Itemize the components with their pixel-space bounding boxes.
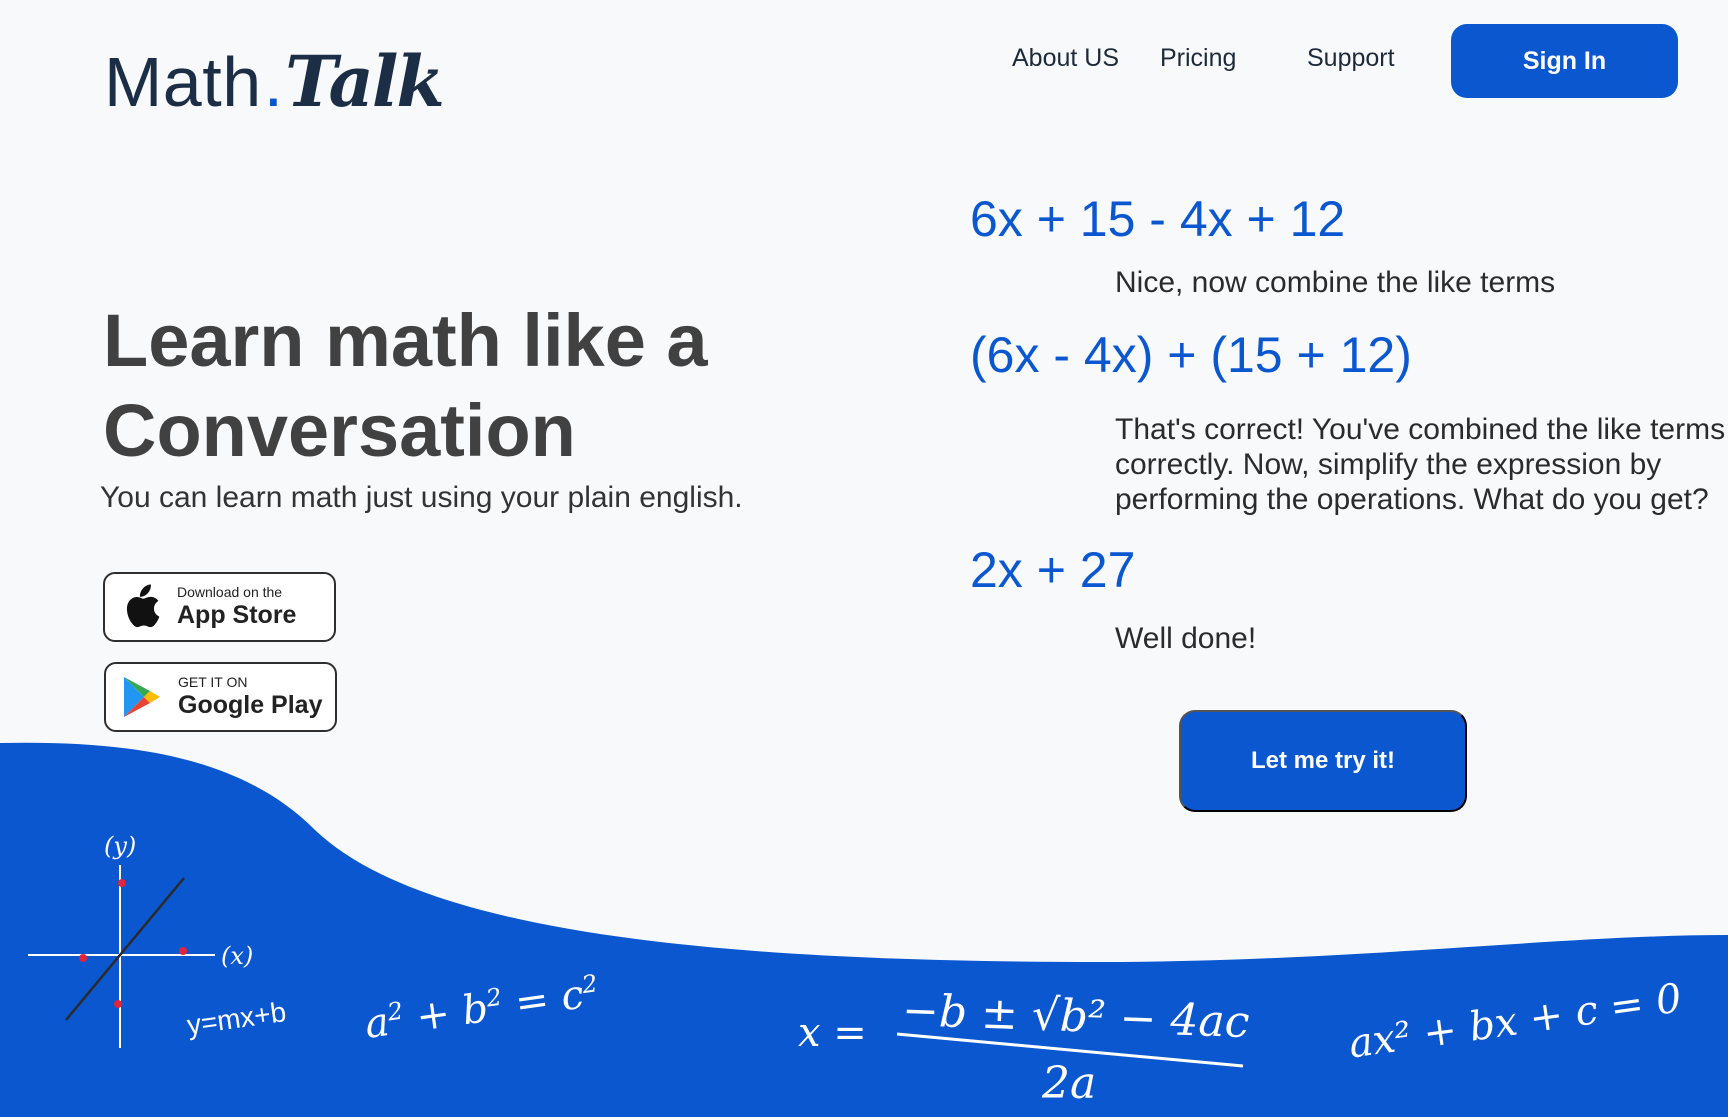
- brand-name-talk: Talk: [285, 40, 445, 123]
- google-play-small-label: GET IT ON: [178, 674, 248, 690]
- brand-logo[interactable]: Math . Talk: [104, 40, 445, 123]
- tutor-reply-1: Nice, now combine the like terms: [1115, 266, 1556, 299]
- nav-about-link[interactable]: About US: [1012, 44, 1119, 73]
- quadratic-equation: ax² + bx + c = 0: [1346, 975, 1685, 1068]
- nav-pricing-link[interactable]: Pricing: [1160, 44, 1236, 73]
- pythagorean-formula: a2 + b2 = c2: [362, 969, 600, 1048]
- pythag-a-exponent: 2: [385, 996, 405, 1027]
- pythag-b-exponent: 2: [484, 982, 504, 1013]
- google-play-label: Google Play: [178, 691, 323, 719]
- app-store-label: App Store: [177, 601, 297, 629]
- quadratic-denominator: 2a: [1042, 1058, 1097, 1109]
- hero-subtitle: You can learn math just using your plain…: [100, 481, 743, 514]
- tutor-reply-2-line-1: That's correct! You've combined the like…: [1115, 413, 1726, 446]
- quadratic-lhs: x =: [798, 1010, 867, 1056]
- tutor-reply-2-line-3: performing the operations. What do you g…: [1115, 483, 1709, 516]
- x-axis-label: (x): [221, 942, 254, 970]
- google-play-button[interactable]: GET IT ON Google Play: [104, 662, 337, 732]
- tutor-reply-2-line-2: correctly. Now, simplify the expression …: [1115, 448, 1662, 481]
- apple-icon: [121, 584, 161, 629]
- hero-headline: Learn math like a Conversation: [103, 296, 803, 476]
- app-store-button[interactable]: Download on the App Store: [103, 572, 336, 642]
- sign-in-button[interactable]: Sign In: [1451, 24, 1678, 98]
- equation-step-2: (6x - 4x) + (15 + 12): [970, 327, 1412, 383]
- headline-line-1: Learn math like a: [103, 299, 708, 382]
- equation-step-1: 6x + 15 - 4x + 12: [970, 191, 1346, 247]
- tutor-reply-3: Well done!: [1115, 622, 1257, 655]
- brand-dot: .: [263, 43, 284, 121]
- app-store-text: Download on the App Store: [177, 584, 296, 630]
- try-it-button[interactable]: Let me try it!: [1179, 710, 1467, 812]
- brand-name-math: Math: [104, 43, 262, 121]
- google-play-text: GET IT ON Google Play: [178, 674, 322, 720]
- y-axis-label: (y): [104, 832, 137, 860]
- google-play-icon: [122, 675, 162, 719]
- nav-support-link[interactable]: Support: [1307, 44, 1395, 73]
- equation-step-3: 2x + 27: [970, 542, 1136, 598]
- tutor-reply-2: That's correct! You've combined the like…: [1115, 412, 1725, 517]
- pythag-c-exponent: 2: [580, 969, 600, 1000]
- app-store-small-label: Download on the: [177, 584, 283, 600]
- headline-line-2: Conversation: [103, 389, 576, 472]
